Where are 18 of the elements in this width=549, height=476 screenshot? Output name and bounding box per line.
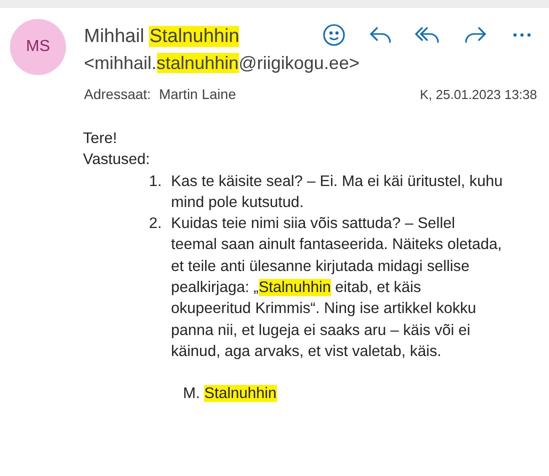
sender-email: <mihhail.stalnuhhin@riigikogu.ee> [84, 52, 360, 75]
list-number: 1. [149, 172, 163, 192]
recipient-name: Martin Laine [158, 86, 236, 102]
recipient-label: Adressaat: [84, 86, 151, 102]
reply-icon [369, 25, 393, 45]
smiley-icon [322, 23, 346, 47]
answer-paragraph: Kas te käisite seal? – Ei. Ma ei käi üritustel, kuhu mind pole kutsutud. [171, 172, 504, 213]
sent-date: K, 25.01.2023 13:38 [420, 86, 537, 102]
greeting: Tere! [83, 129, 118, 149]
forward-icon [463, 25, 487, 45]
sender-name: Mihhail Stalnuhhin [84, 25, 240, 49]
intro-text: Vastused: [83, 150, 151, 170]
signature: M. Stalnuhhin [183, 385, 277, 402]
more-icon [512, 32, 532, 38]
avatar: MS [10, 19, 66, 75]
answer-paragraph: Kuidas teie nimi siia võis sattuda? – Sellel teemal saan ainult fantaseerida. Näiteks oletada, et teile anti ülesanne kirjutada midagi sellise pealkirjaga: „Stalnuhhin eitab, et käis okupeeritud Krimmis“. Ning ise artikkel kokku panna nii, et lugeja ei saaks aru – käis või ei käinud, aga arvaks, et vist valetab, käis. [171, 214, 503, 362]
reply-all-icon [415, 25, 441, 45]
list-number: 2. [149, 214, 163, 234]
